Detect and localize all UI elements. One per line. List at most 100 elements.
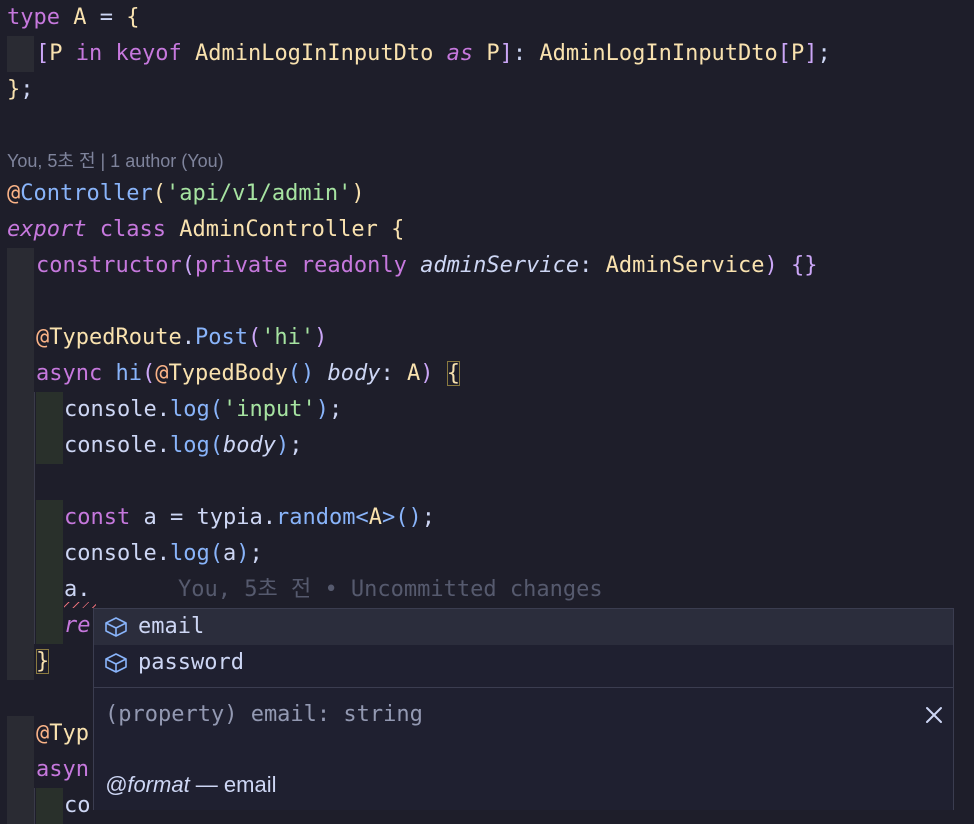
code-token: ( <box>209 541 223 566</box>
code-token: TypedBody <box>168 361 288 386</box>
code-line[interactable]: async hi(@TypedBody() body: A) { <box>0 356 974 392</box>
code-token: : <box>380 361 407 386</box>
code-token: constructor <box>36 253 182 278</box>
code-token: [ <box>777 41 792 66</box>
inline-git-blame: You, 5초 전 • Uncommitted changes <box>178 577 603 602</box>
code-token: () <box>395 505 422 530</box>
code-token: P <box>791 41 805 66</box>
code-token: AdminService <box>605 253 765 278</box>
code-token: = <box>86 5 127 30</box>
code-token: const <box>64 505 144 530</box>
indent-guide <box>36 392 63 428</box>
code-token: 'api/v1/admin' <box>165 181 352 206</box>
code-token: ; <box>20 77 34 102</box>
code-token: ] <box>499 41 513 66</box>
code-token: @ <box>7 181 21 206</box>
indent-guide <box>7 356 34 392</box>
code-token: as <box>433 41 487 66</box>
code-token: {} <box>791 253 818 278</box>
code-token: keyof <box>115 41 195 66</box>
indent-guide <box>7 392 34 428</box>
indent-guide <box>36 500 63 536</box>
code-token: > <box>381 505 396 530</box>
indent-guide <box>34 536 35 572</box>
git-blame-codelens[interactable]: You, 5초 전 | 1 author (You) <box>7 147 224 173</box>
code-line[interactable]: console.log('input'); <box>0 392 974 428</box>
indent-guide <box>34 464 35 500</box>
code-line[interactable]: [P in keyof AdminLogInInputDto as P]: Ad… <box>0 36 974 72</box>
code-line[interactable]: const a = typia.random<A>(); <box>0 500 974 536</box>
code-text: asyn <box>36 752 89 788</box>
code-text: @TypedRoute.Post('hi') <box>36 320 327 356</box>
close-icon[interactable] <box>920 701 948 729</box>
code-token: export <box>7 217 87 242</box>
code-line[interactable]: export class AdminController { <box>0 212 974 248</box>
code-text: re <box>64 608 91 644</box>
code-token: class <box>86 217 180 242</box>
code-token: body <box>222 433 276 458</box>
indent-guide <box>34 500 35 536</box>
code-text: export class AdminController { <box>7 212 404 248</box>
indent-guide <box>34 788 35 824</box>
code-token: AdminLogInInputDto <box>539 41 778 66</box>
code-line[interactable]: @Controller('api/v1/admin') <box>0 176 974 212</box>
indent-guide <box>7 36 34 72</box>
indent-guide <box>34 608 35 644</box>
code-token: { <box>446 361 460 386</box>
code-token: in <box>62 41 116 66</box>
indent-guide <box>34 392 35 428</box>
indent-guide <box>36 608 63 644</box>
code-token: co <box>64 793 91 818</box>
suggestion-documentation: @format — email <box>105 767 276 803</box>
code-line[interactable] <box>0 108 974 144</box>
code-token: = <box>156 505 197 530</box>
code-token: re <box>64 613 91 638</box>
code-token: . <box>156 433 170 458</box>
code-token: type <box>7 5 74 30</box>
code-token: } <box>36 649 50 674</box>
code-token: readonly <box>300 253 421 278</box>
code-line[interactable]: }; <box>0 72 974 108</box>
indent-guide <box>7 428 34 464</box>
code-token: P <box>49 41 63 66</box>
code-line[interactable]: console.log(a); <box>0 536 974 572</box>
code-token: adminService <box>420 253 580 278</box>
suggestion-item-email[interactable]: email <box>94 609 953 645</box>
code-token: log <box>169 541 210 566</box>
suggestion-widget[interactable]: email password (property) email: string … <box>93 608 954 810</box>
code-token: ) <box>351 181 365 206</box>
code-token: ; <box>817 41 831 66</box>
code-line[interactable]: type A = { <box>0 0 974 36</box>
indent-guide <box>7 284 34 320</box>
code-token: P <box>486 41 500 66</box>
code-token: } <box>7 77 21 102</box>
code-line[interactable] <box>0 464 974 500</box>
indent-guide <box>36 536 63 572</box>
code-token: A <box>368 505 382 530</box>
code-line[interactable]: constructor(private readonly adminServic… <box>0 248 974 284</box>
code-token: @ <box>36 325 50 350</box>
code-line[interactable]: a. You, 5초 전 • Uncommitted changes <box>0 572 974 608</box>
code-token: () <box>287 361 315 386</box>
code-text: const a = typia.random<A>(); <box>64 500 435 536</box>
indent-guide <box>36 788 63 824</box>
code-line[interactable] <box>0 284 974 320</box>
code-token: log <box>169 397 210 422</box>
code-token: . <box>156 397 170 422</box>
indent-guide <box>7 500 34 536</box>
code-line[interactable]: console.log(body); <box>0 428 974 464</box>
code-token: ; <box>421 505 435 530</box>
indent-guide <box>7 248 34 284</box>
code-token: . <box>262 505 276 530</box>
indent-guide <box>7 608 34 644</box>
code-line[interactable]: @TypedRoute.Post('hi') <box>0 320 974 356</box>
code-token: ) <box>315 397 329 422</box>
code-token: body <box>327 361 381 386</box>
code-token: ) <box>236 541 250 566</box>
indent-guide <box>34 572 35 608</box>
code-text: async hi(@TypedBody() body: A) { <box>36 356 460 392</box>
code-token: a <box>143 505 157 530</box>
suggestion-item-password[interactable]: password <box>94 645 953 681</box>
